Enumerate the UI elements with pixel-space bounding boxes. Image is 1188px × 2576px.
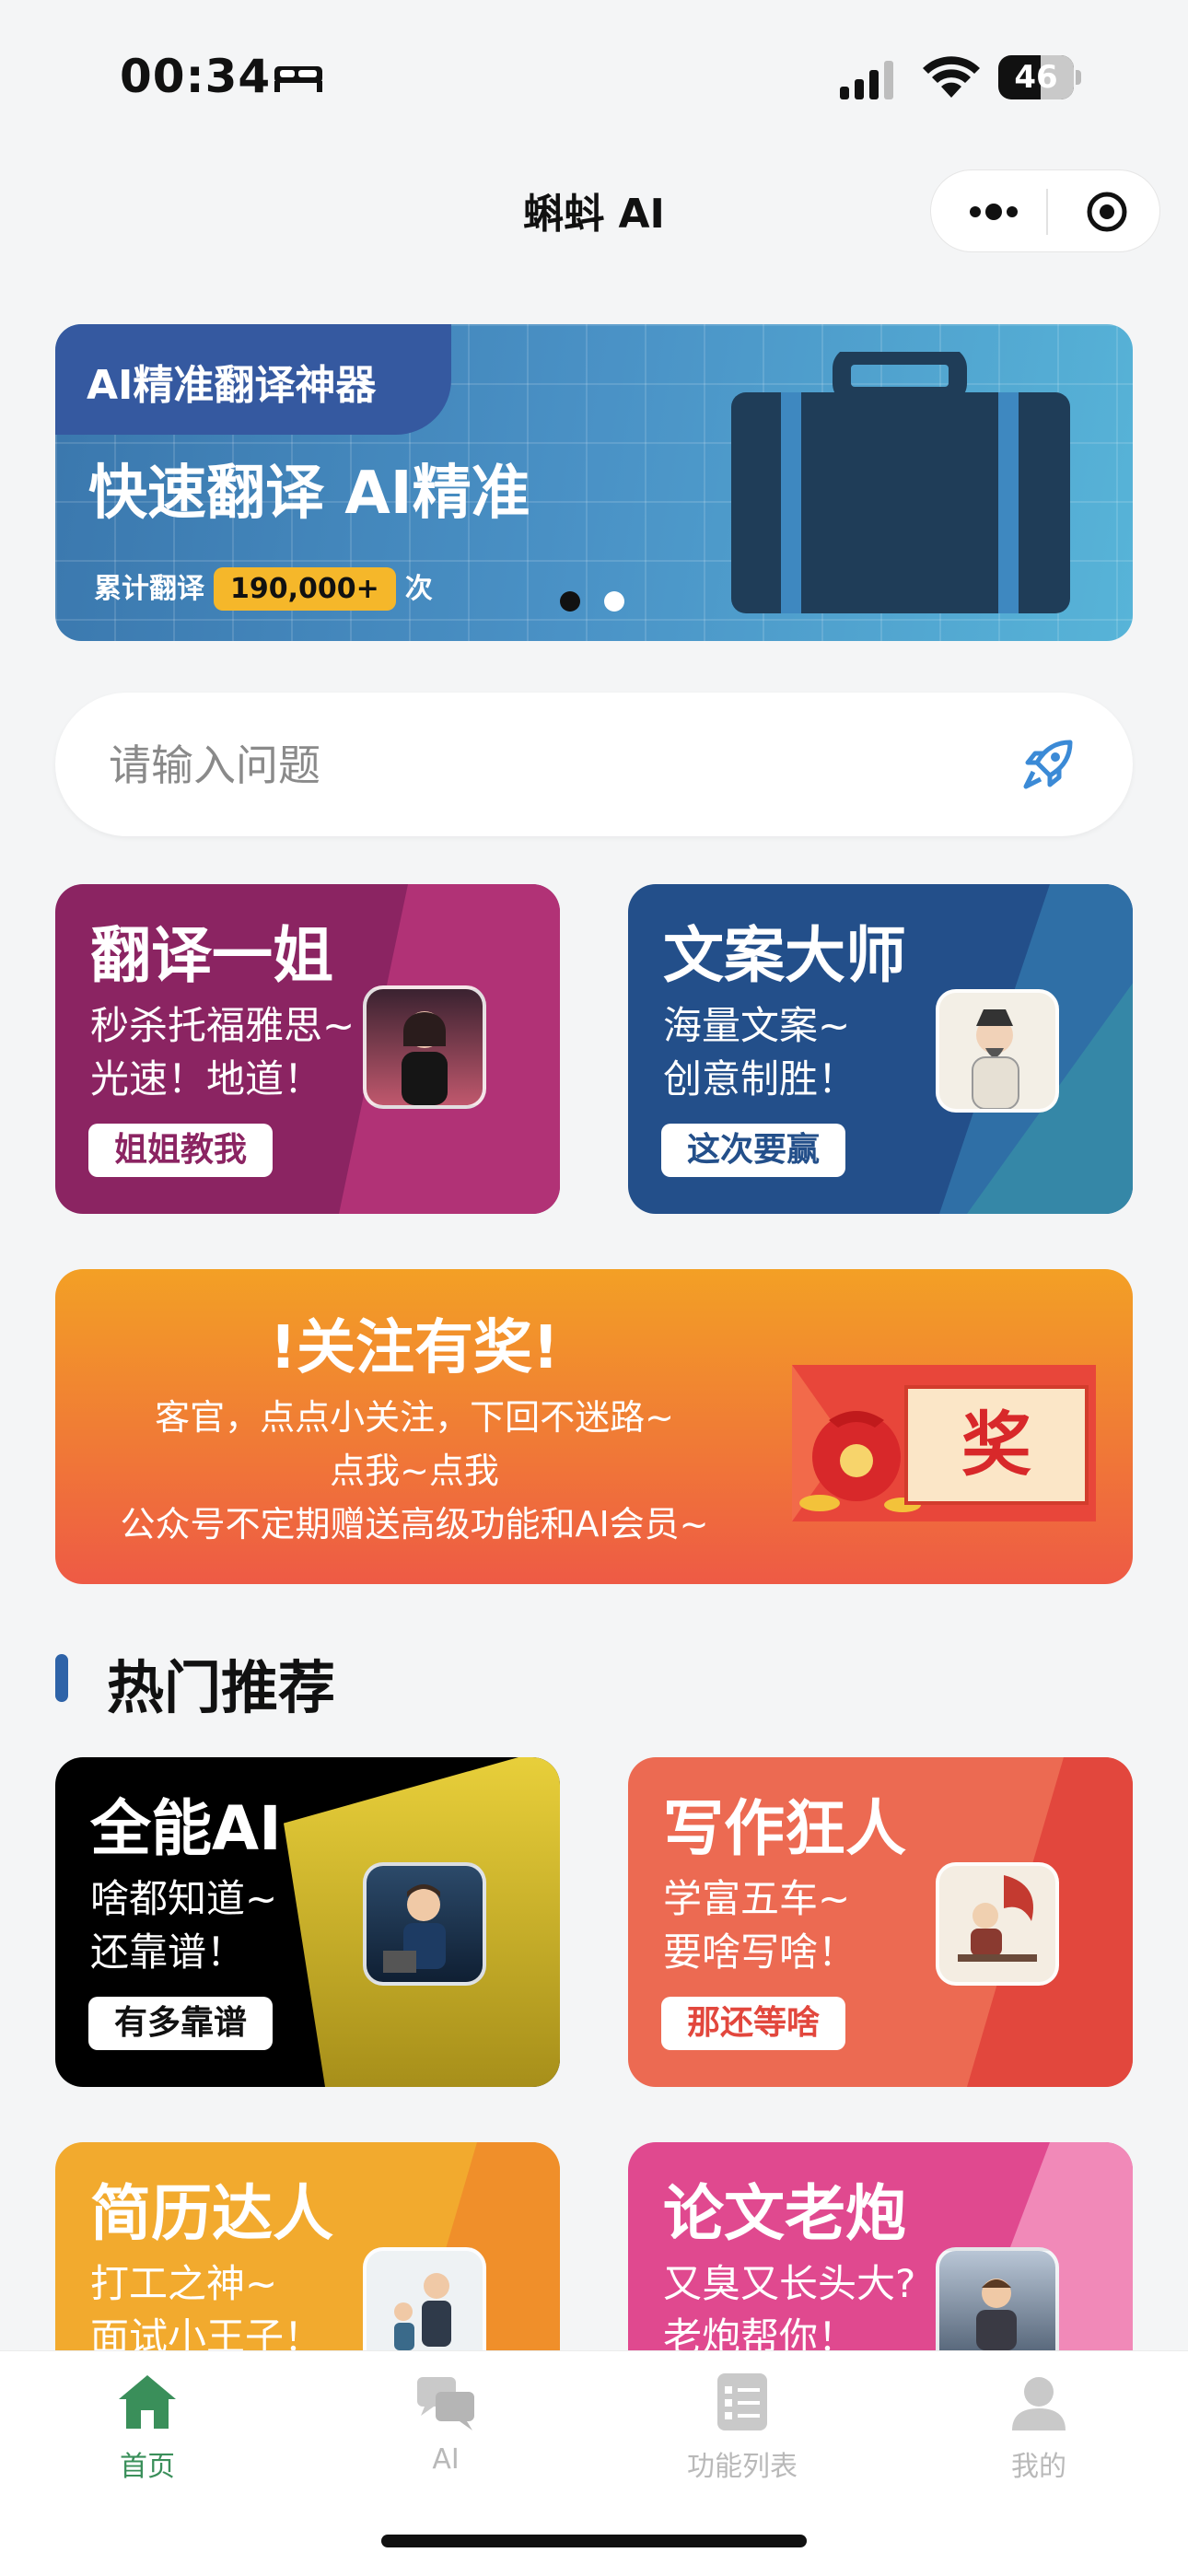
miniprogram-capsule bbox=[930, 169, 1160, 252]
card-line1: 秒杀托福雅思~ bbox=[90, 1003, 355, 1048]
section-marker bbox=[55, 1654, 68, 1702]
card-line1: 啥都知道~ bbox=[90, 1876, 278, 1921]
reward-illustration: 奖 bbox=[792, 1365, 1096, 1521]
tab-home[interactable]: 首页 bbox=[55, 2370, 239, 2484]
card-line1: 海量文案~ bbox=[663, 1003, 851, 1048]
card-button-translate[interactable]: 姐姐教我 bbox=[88, 1124, 274, 1177]
home-icon bbox=[119, 2375, 176, 2429]
card-line1: 学富五车~ bbox=[663, 1876, 851, 1921]
card-title: 写作狂人 bbox=[663, 1793, 906, 1864]
home-indicator bbox=[381, 2535, 807, 2547]
carousel-dot-active[interactable] bbox=[560, 591, 580, 612]
close-miniprogram-icon[interactable] bbox=[1086, 191, 1128, 233]
tab-label: 首页 bbox=[120, 2451, 175, 2483]
card-translate[interactable]: 翻译一姐 秒杀托福雅思~ 光速！地道！ 姐姐教我 bbox=[55, 884, 560, 1214]
card-line2: 创意制胜！ bbox=[663, 1056, 857, 1102]
card-title: 论文老炮 bbox=[663, 2178, 906, 2249]
briefcase-icon bbox=[731, 352, 1070, 613]
scholar-avatar bbox=[936, 989, 1059, 1113]
search-input[interactable] bbox=[107, 737, 939, 794]
banner-count-prefix: 累计翻译 bbox=[94, 573, 204, 605]
more-icon[interactable] bbox=[955, 193, 1032, 230]
promo-line1: 客官，点点小关注，下回不迷路~ bbox=[155, 1397, 674, 1438]
card-line2: 要啥写啥！ bbox=[663, 1929, 857, 1975]
tab-label: 我的 bbox=[1011, 2451, 1066, 2483]
card-line2: 光速！地道！ bbox=[90, 1056, 323, 1102]
reward-stamp: 奖 bbox=[961, 1404, 1031, 1486]
promo-title: !关注有奖! bbox=[269, 1314, 560, 1382]
status-time: 00:34 bbox=[120, 50, 272, 103]
follow-reward-banner[interactable]: !关注有奖! 客官，点点小关注，下回不迷路~ 点我~点我 公众号不定期赠送高级功… bbox=[55, 1269, 1133, 1584]
rocket-send-icon[interactable] bbox=[1019, 735, 1077, 794]
writer-avatar bbox=[936, 1862, 1059, 1986]
card-line1: 打工之神~ bbox=[90, 2261, 278, 2306]
capsule-divider bbox=[1046, 189, 1048, 235]
translator-avatar bbox=[363, 985, 486, 1109]
tab-mine[interactable]: 我的 bbox=[947, 2370, 1131, 2484]
banner-count-badge: 190,000+ bbox=[214, 567, 396, 611]
card-all-ai[interactable]: 全能AI 啥都知道~ 还靠谱！ 有多靠谱 bbox=[55, 1757, 560, 2087]
list-icon bbox=[717, 2373, 767, 2430]
card-button-all-ai[interactable]: 有多靠谱 bbox=[88, 1997, 274, 2050]
chat-icon bbox=[417, 2377, 474, 2430]
card-copywriting[interactable]: 文案大师 海量文案~ 创意制胜！ 这次要赢 bbox=[628, 884, 1133, 1214]
carousel-dot[interactable] bbox=[604, 591, 624, 612]
banner-tag-text: AI精准翻译神器 bbox=[87, 362, 377, 409]
search-bar bbox=[55, 693, 1133, 836]
card-line1: 又臭又长头大? bbox=[663, 2261, 916, 2306]
cellular-signal-icon bbox=[840, 61, 893, 99]
section-title: 热门推荐 bbox=[107, 1654, 336, 1721]
wifi-icon bbox=[923, 56, 980, 98]
card-writer[interactable]: 写作狂人 学富五车~ 要啥写啥！ 那还等啥 bbox=[628, 1757, 1133, 2087]
card-title: 文案大师 bbox=[663, 920, 906, 991]
ai-assistant-avatar bbox=[363, 1862, 486, 1986]
banner-title: 快速翻译 AI精准 bbox=[88, 460, 530, 528]
tab-feature-list[interactable]: 功能列表 bbox=[650, 2370, 834, 2484]
promo-line2: 点我~点我 bbox=[330, 1451, 499, 1491]
battery-level: 46 bbox=[1014, 59, 1058, 96]
card-button-copywriting[interactable]: 这次要赢 bbox=[661, 1124, 846, 1177]
card-title: 简历达人 bbox=[90, 2178, 333, 2249]
hero-banner[interactable]: AI精准翻译神器 快速翻译 AI精准 累计翻译 190,000+ 次 bbox=[55, 324, 1133, 641]
sleep-focus-icon bbox=[274, 66, 322, 92]
promo-line3: 公众号不定期赠送高级功能和AI会员~ bbox=[120, 1504, 709, 1544]
tab-label: 功能列表 bbox=[687, 2451, 798, 2483]
user-icon bbox=[1012, 2377, 1066, 2430]
banner-stats: 累计翻译 190,000+ 次 bbox=[94, 565, 433, 611]
card-title: 全能AI bbox=[90, 1793, 282, 1864]
tab-label: AI bbox=[432, 2443, 460, 2476]
banner-count-suffix: 次 bbox=[404, 573, 433, 605]
battery-icon: 46 bbox=[998, 55, 1083, 101]
tab-ai[interactable]: AI bbox=[354, 2370, 538, 2476]
card-title: 翻译一姐 bbox=[90, 920, 333, 991]
card-line2: 还靠谱！ bbox=[90, 1929, 246, 1975]
card-button-writer[interactable]: 那还等啥 bbox=[661, 1997, 846, 2050]
